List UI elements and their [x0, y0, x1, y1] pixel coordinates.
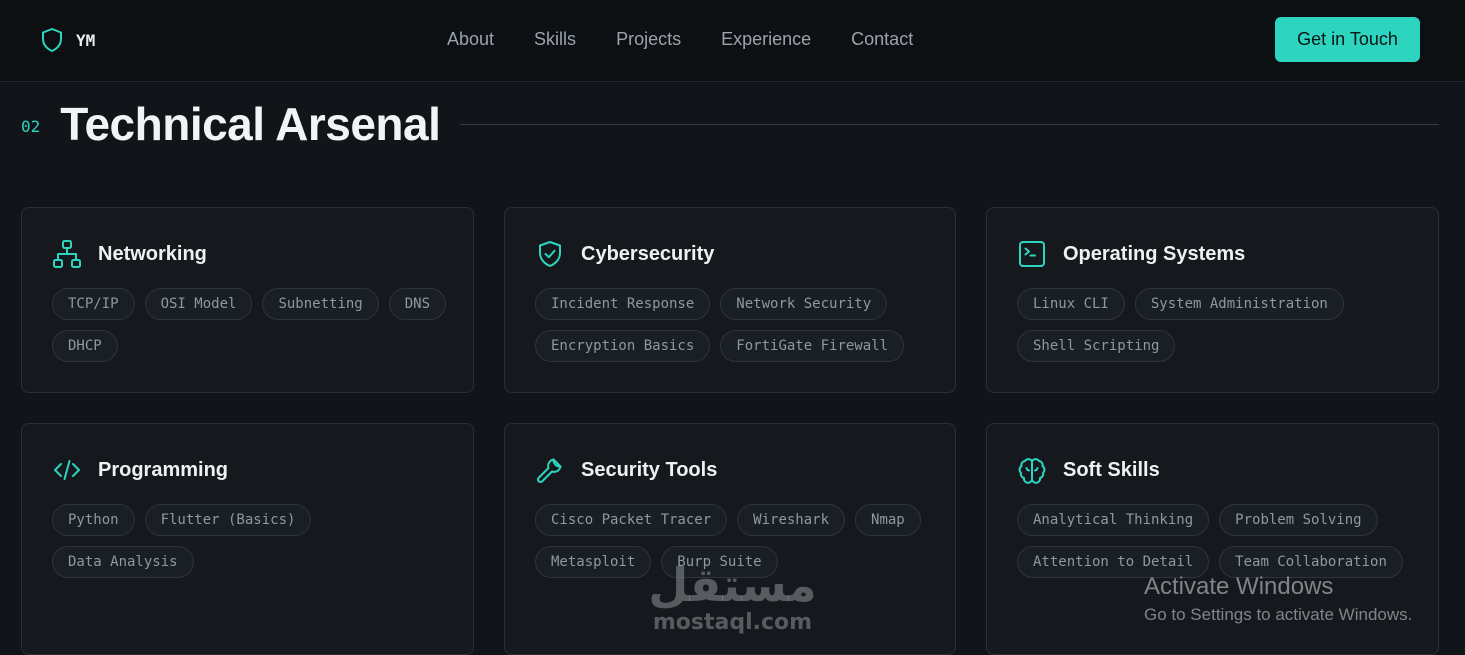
skill-tag: Flutter (Basics): [144, 504, 312, 536]
tag-list: Python Flutter (Basics) Data Analysis: [52, 504, 453, 578]
card-title: Soft Skills: [1063, 458, 1160, 481]
skill-tag: Burp Suite: [661, 546, 778, 578]
brain-icon: [1017, 455, 1047, 485]
card-title: Networking: [98, 242, 207, 265]
skill-tag: OSI Model: [144, 288, 253, 320]
skill-tag: Analytical Thinking: [1017, 504, 1210, 536]
card-title: Cybersecurity: [581, 242, 715, 265]
code-icon: [52, 455, 82, 485]
skill-tag: System Administration: [1134, 288, 1344, 320]
skill-tag: Shell Scripting: [1017, 330, 1176, 362]
tag-list: Analytical Thinking Problem Solving Atte…: [1017, 504, 1418, 578]
nav-link-skills[interactable]: Skills: [534, 29, 576, 50]
wrench-icon: [535, 455, 565, 485]
skill-card-cybersecurity: Cybersecurity Incident Response Network …: [504, 207, 956, 393]
section-divider: [460, 123, 1439, 125]
skill-tag: DNS: [388, 288, 447, 320]
section-title: Technical Arsenal: [60, 98, 441, 150]
section-heading: 02 Technical Arsenal: [21, 96, 1439, 152]
shield-icon: [40, 27, 64, 53]
skill-tag: Network Security: [720, 288, 888, 320]
skill-card-soft-skills: Soft Skills Analytical Thinking Problem …: [986, 423, 1439, 655]
skill-tag: Wireshark: [737, 504, 846, 536]
skill-tag: Incident Response: [535, 288, 711, 320]
skill-card-operating-systems: Operating Systems Linux CLI System Admin…: [986, 207, 1439, 393]
nav-link-about[interactable]: About: [447, 29, 494, 50]
card-title: Security Tools: [581, 458, 718, 481]
skill-tag: Python: [52, 504, 135, 536]
card-title: Programming: [98, 458, 229, 481]
brand-text: YM: [76, 30, 96, 50]
skill-tag: Linux CLI: [1017, 288, 1125, 320]
nav-link-experience[interactable]: Experience: [721, 29, 811, 50]
skills-grid: Networking TCP/IP OSI Model Subnetting D…: [21, 207, 1439, 655]
skill-card-security-tools: Security Tools Cisco Packet Tracer Wires…: [504, 423, 956, 655]
skill-tag: DHCP: [52, 330, 118, 362]
tag-list: Cisco Packet Tracer Wireshark Nmap Metas…: [535, 504, 935, 578]
skill-tag: Attention to Detail: [1017, 546, 1210, 578]
nav-link-projects[interactable]: Projects: [616, 29, 681, 50]
navbar: YM About Skills Projects Experience Cont…: [0, 0, 1465, 82]
skill-tag: Encryption Basics: [535, 330, 711, 362]
skill-tag: TCP/IP: [52, 288, 135, 320]
skill-tag: Nmap: [855, 504, 921, 536]
tag-list: Incident Response Network Security Encry…: [535, 288, 935, 362]
tag-list: TCP/IP OSI Model Subnetting DNS DHCP: [52, 288, 453, 362]
tag-list: Linux CLI System Administration Shell Sc…: [1017, 288, 1418, 362]
skill-card-programming: Programming Python Flutter (Basics) Data…: [21, 423, 474, 655]
terminal-icon: [1017, 239, 1047, 269]
get-in-touch-button[interactable]: Get in Touch: [1275, 17, 1420, 62]
skill-tag: Cisco Packet Tracer: [535, 504, 728, 536]
brand-logo[interactable]: YM: [40, 27, 95, 53]
skill-tag: FortiGate Firewall: [720, 330, 905, 362]
skill-tag: Data Analysis: [52, 546, 194, 578]
skill-tag: Subnetting: [262, 288, 379, 320]
section-number: 02: [21, 116, 41, 136]
skill-tag: Team Collaboration: [1219, 546, 1403, 578]
nav-links: About Skills Projects Experience Contact: [447, 29, 913, 50]
skill-tag: Metasploit: [535, 546, 652, 578]
skill-tag: Problem Solving: [1219, 504, 1378, 536]
shield-check-icon: [535, 239, 565, 269]
card-title: Operating Systems: [1063, 242, 1246, 265]
nav-link-contact[interactable]: Contact: [851, 29, 913, 50]
network-icon: [52, 239, 82, 269]
skill-card-networking: Networking TCP/IP OSI Model Subnetting D…: [21, 207, 474, 393]
